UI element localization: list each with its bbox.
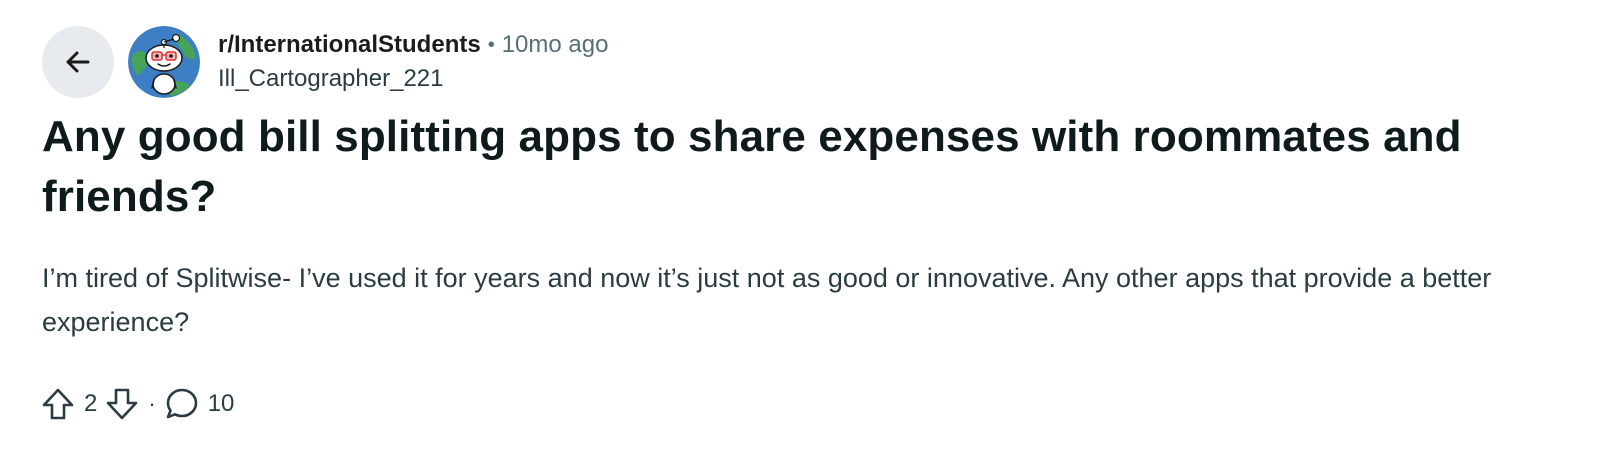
post-container: r/InternationalStudents • 10mo ago Ill_C… [0, 0, 1624, 460]
downvote-arrow-icon [107, 388, 138, 420]
upvote-button[interactable] [40, 386, 76, 422]
post-timestamp: 10mo ago [501, 31, 609, 58]
vote-count: 2 [84, 390, 98, 417]
author-link[interactable]: Ill_Cartographer_221 [218, 64, 608, 94]
subreddit-snoo-globe-icon [128, 26, 200, 98]
post-meta: r/InternationalStudents • 10mo ago Ill_C… [218, 26, 608, 98]
post-meta-top: r/InternationalStudents • 10mo ago [218, 30, 608, 60]
comments-button[interactable]: 10 [164, 386, 235, 422]
post-header: r/InternationalStudents • 10mo ago Ill_C… [42, 26, 608, 98]
downvote-button[interactable] [104, 386, 140, 422]
back-button[interactable] [42, 26, 114, 98]
comment-bubble-icon [166, 388, 197, 419]
actions-separator: · [148, 391, 156, 416]
comment-count: 10 [207, 390, 235, 417]
post-body: I’m tired of Splitwise- I’ve used it for… [42, 263, 1492, 337]
post-title: Any good bill splitting apps to share ex… [42, 112, 1462, 221]
subreddit-link[interactable]: r/InternationalStudents [218, 30, 481, 60]
post-actions: 2 · 10 [40, 384, 234, 424]
arrow-left-icon [66, 51, 90, 73]
upvote-arrow-icon [42, 388, 74, 420]
subreddit-avatar[interactable] [128, 26, 200, 98]
meta-separator: • [487, 34, 495, 56]
